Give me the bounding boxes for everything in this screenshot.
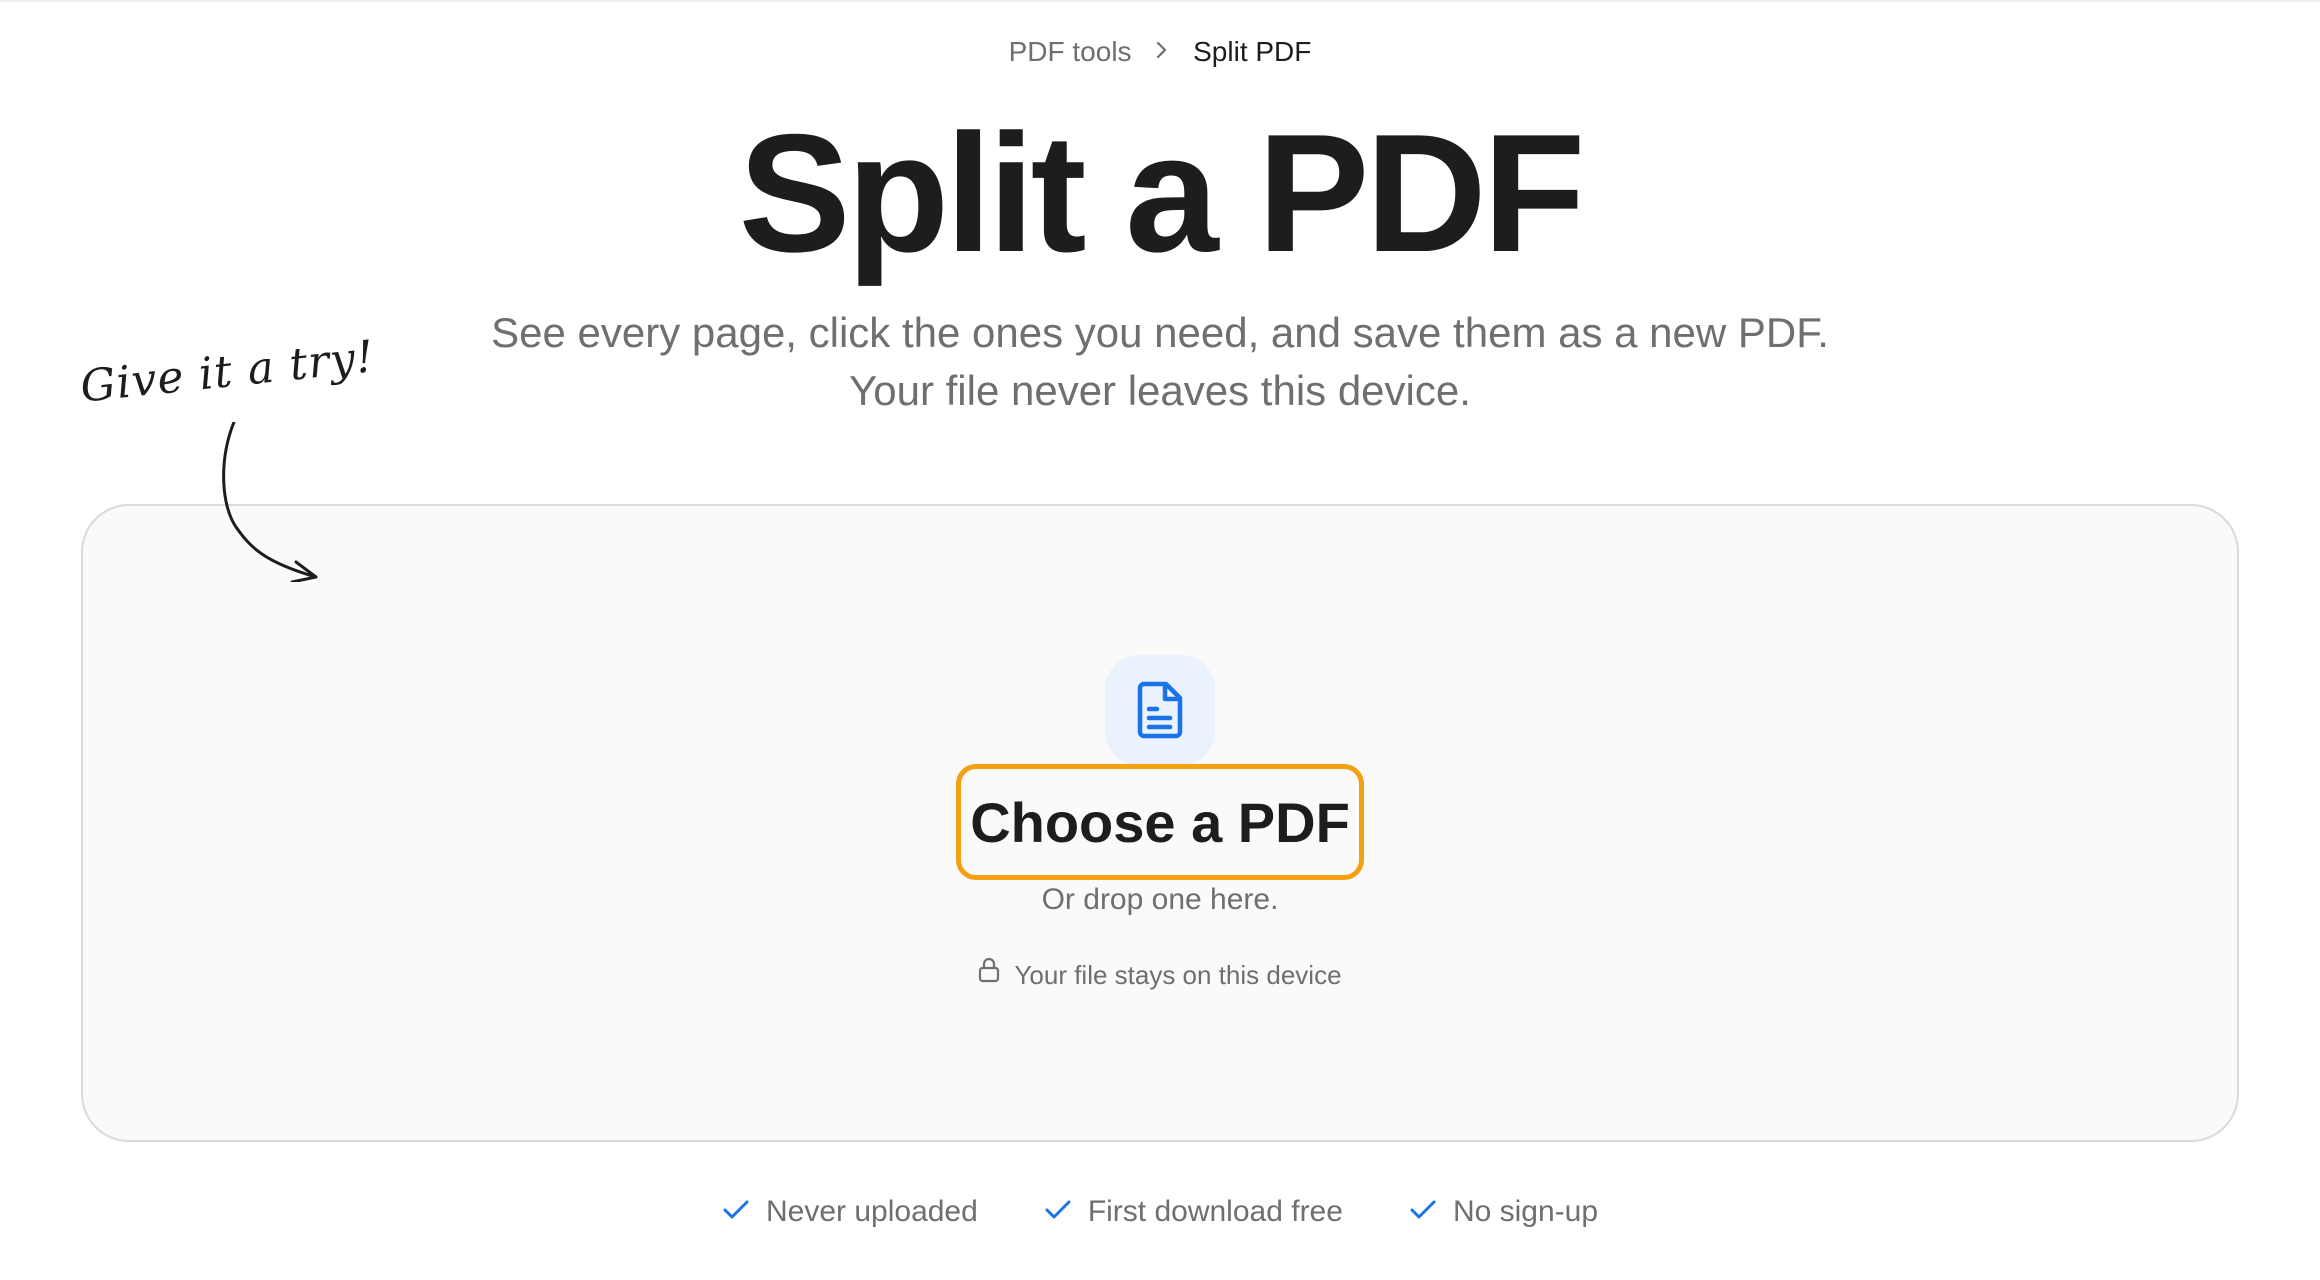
breadcrumb: PDF tools Split PDF	[0, 34, 2320, 72]
file-icon-badge	[1105, 655, 1215, 765]
chevron-right-icon	[1155, 33, 1169, 69]
breadcrumb-link-pdf-tools[interactable]: PDF tools	[1009, 36, 1132, 67]
feature-item: Never uploaded	[722, 1192, 978, 1232]
try-hint: Give it a try!	[78, 331, 377, 582]
top-divider	[0, 0, 2320, 2]
feature-item: No sign-up	[1409, 1192, 1598, 1232]
lock-icon	[978, 957, 1000, 991]
check-icon	[722, 1192, 750, 1232]
check-icon	[1409, 1192, 1437, 1232]
feature-list: Never uploaded First download free No si…	[0, 1192, 2320, 1232]
feature-label: Never uploaded	[765, 1195, 978, 1228]
choose-pdf-button[interactable]: Choose a PDF	[956, 764, 1364, 880]
feature-label: First download free	[1087, 1195, 1343, 1228]
breadcrumb-current: Split PDF	[1193, 36, 1312, 67]
feature-item: First download free	[1044, 1192, 1343, 1232]
page-title: Split a PDF	[738, 99, 1586, 287]
drop-hint-text: Or drop one here.	[1041, 883, 1279, 916]
file-text-icon	[1137, 681, 1183, 739]
curved-arrow-icon	[222, 422, 318, 582]
check-icon	[1044, 1192, 1072, 1232]
privacy-note-text: Your file stays on this device	[1014, 960, 1342, 990]
privacy-note: Your file stays on this device	[0, 958, 2320, 994]
feature-label: No sign-up	[1452, 1195, 1599, 1228]
